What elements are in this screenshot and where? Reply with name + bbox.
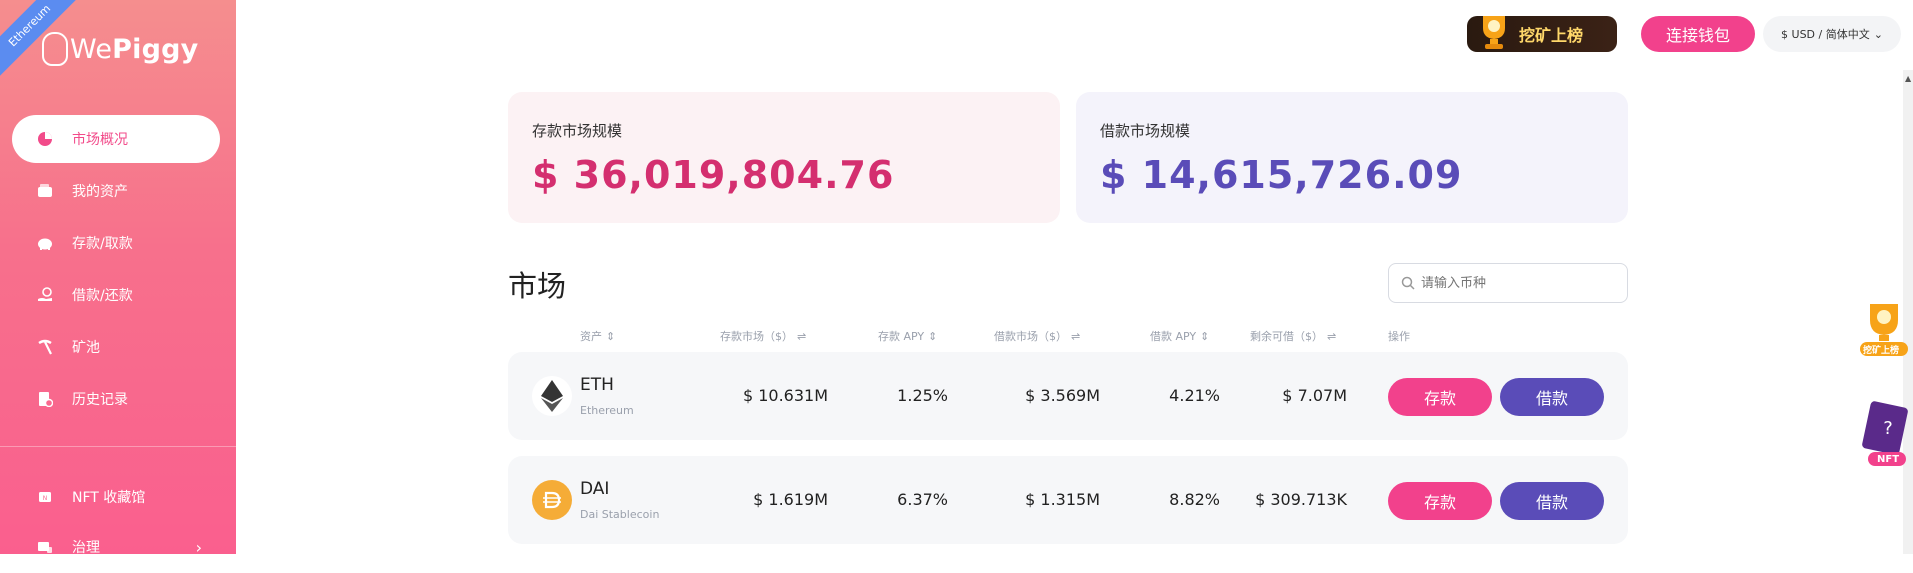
- mining-leaderboard-badge[interactable]: 挖矿上榜: [1467, 16, 1617, 52]
- sort-icon: ⇕: [606, 329, 616, 343]
- col-asset[interactable]: 资产 ⇕: [580, 328, 615, 344]
- wepiggy-logo[interactable]: WePiggy: [42, 32, 198, 66]
- floating-mining-leaderboard[interactable]: 挖矿上榜: [1858, 300, 1910, 364]
- nav-item-market-overview[interactable]: 市场概况: [12, 115, 220, 163]
- borrow-market-cell: $ 3.569M: [1025, 386, 1100, 405]
- nft-icon: N: [37, 489, 53, 505]
- nav-label: 治理: [72, 540, 100, 556]
- borrow-market-label: 借款市场规模: [1100, 122, 1191, 140]
- floating-nft[interactable]: ? NFT: [1860, 400, 1912, 470]
- nav-label: 我的资产: [72, 184, 128, 200]
- piggy-logo-icon: [42, 32, 68, 66]
- search-icon: [1401, 276, 1415, 290]
- nav-item-nft-gallery[interactable]: N NFT 收藏馆: [12, 473, 220, 521]
- connect-wallet-button[interactable]: 连接钱包: [1641, 16, 1755, 52]
- asset-name: Ethereum: [580, 404, 634, 417]
- nav-item-borrow-repay[interactable]: 借款/还款: [12, 271, 220, 319]
- available-cell: $ 7.07M: [1282, 386, 1347, 405]
- sidebar-divider: [0, 446, 236, 447]
- deposit-market-cell: $ 1.619M: [753, 490, 828, 509]
- pie-chart-icon: [37, 131, 53, 147]
- borrow-apy-cell: 4.21%: [1169, 386, 1220, 405]
- history-icon: [37, 391, 53, 407]
- nav-item-my-assets[interactable]: 我的资产: [12, 167, 220, 215]
- nav-item-deposit-withdraw[interactable]: 存款/取款: [12, 219, 220, 267]
- nav-label: 借款/还款: [72, 288, 133, 304]
- nav-label: NFT 收藏馆: [72, 490, 146, 506]
- logo-text: WePiggy: [70, 33, 199, 65]
- borrow-button[interactable]: 借款: [1500, 378, 1604, 416]
- table-row[interactable]: DAI Dai Stablecoin $ 1.619M 6.37% $ 1.31…: [508, 456, 1628, 544]
- asset-symbol: ETH: [580, 375, 614, 395]
- deposit-button[interactable]: 存款: [1388, 482, 1492, 520]
- sort-icon: ⇕: [928, 329, 938, 343]
- search-input[interactable]: [1421, 275, 1611, 291]
- available-cell: $ 309.713K: [1255, 490, 1347, 509]
- deposit-market-card: 存款市场规模 $ 36,019,804.76: [508, 92, 1060, 223]
- nav-label: 历史记录: [72, 392, 128, 408]
- search-box[interactable]: [1388, 263, 1628, 303]
- main-nav: 市场概况 我的资产 存款/取款 借款/还款 矿池 历史记录: [12, 115, 220, 427]
- nav-label: 市场概况: [72, 132, 128, 148]
- mining-badge-label: 挖矿上榜: [1519, 26, 1584, 45]
- deposit-market-label: 存款市场规模: [532, 122, 623, 140]
- borrow-market-value: $ 14,615,726.09: [1100, 153, 1463, 197]
- col-borrow-apy[interactable]: 借款 APY ⇕: [1150, 328, 1209, 344]
- floating-nft-label: NFT: [1877, 454, 1900, 465]
- nav-label: 矿池: [72, 340, 100, 356]
- trophy-icon: [1483, 16, 1505, 49]
- pickaxe-icon: [37, 339, 53, 355]
- secondary-nav: N NFT 收藏馆 治理 ›: [12, 473, 220, 573]
- swap-icon: ⇌: [1071, 329, 1081, 343]
- currency-language-label: $ USD / 简体中文: [1781, 28, 1870, 41]
- piggy-bank-icon: [37, 235, 53, 251]
- chevron-down-icon: ⌄: [1873, 27, 1883, 41]
- market-title: 市场: [508, 269, 567, 303]
- dai-icon: [532, 480, 572, 520]
- eth-icon: [532, 376, 572, 416]
- floating-mining-label: 挖矿上榜: [1863, 346, 1900, 356]
- nav-item-mining-pool[interactable]: 矿池: [12, 323, 220, 371]
- scroll-up-arrow-icon[interactable]: ▲: [1905, 74, 1911, 83]
- col-deposit-market[interactable]: 存款市场（$） ⇌: [720, 328, 806, 344]
- currency-language-select[interactable]: $ USD / 简体中文 ⌄: [1763, 16, 1901, 52]
- borrow-market-cell: $ 1.315M: [1025, 490, 1100, 509]
- svg-text:N: N: [43, 495, 48, 502]
- svg-text:?: ?: [1883, 418, 1893, 439]
- col-deposit-apy[interactable]: 存款 APY ⇕: [878, 328, 937, 344]
- asset-symbol: DAI: [580, 479, 610, 499]
- sidebar: Ethereum WePiggy 市场概况 我的资产 存款/取款 借款/还款 矿…: [0, 0, 236, 557]
- deposit-market-cell: $ 10.631M: [742, 386, 828, 405]
- deposit-button[interactable]: 存款: [1388, 378, 1492, 416]
- nav-label: 存款/取款: [72, 236, 133, 252]
- hand-coin-icon: [37, 287, 53, 303]
- nav-item-governance[interactable]: 治理 ›: [12, 523, 220, 571]
- market-table-header: 资产 ⇕ 存款市场（$） ⇌ 存款 APY ⇕ 借款市场（$） ⇌ 借款 APY ⇕ 剩余…: [508, 328, 1628, 346]
- nav-item-history[interactable]: 历史记录: [12, 375, 220, 423]
- table-row[interactable]: ETH Ethereum $ 10.631M 1.25% $ 3.569M 4.…: [508, 352, 1628, 440]
- governance-icon: [37, 539, 53, 555]
- borrow-market-card: 借款市场规模 $ 14,615,726.09: [1076, 92, 1628, 223]
- asset-name: Dai Stablecoin: [580, 508, 660, 521]
- col-actions: 操作: [1388, 330, 1410, 343]
- col-available[interactable]: 剩余可借（$） ⇌: [1250, 328, 1336, 344]
- deposit-apy-cell: 6.37%: [897, 490, 948, 509]
- sort-icon: ⇕: [1200, 329, 1210, 343]
- col-borrow-market[interactable]: 借款市场（$） ⇌: [994, 328, 1080, 344]
- swap-icon: ⇌: [797, 329, 807, 343]
- swap-icon: ⇌: [1327, 329, 1337, 343]
- borrow-button[interactable]: 借款: [1500, 482, 1604, 520]
- borrow-apy-cell: 8.82%: [1169, 490, 1220, 509]
- deposit-market-value: $ 36,019,804.76: [532, 153, 895, 197]
- deposit-apy-cell: 1.25%: [897, 386, 948, 405]
- wallet-icon: [37, 183, 53, 199]
